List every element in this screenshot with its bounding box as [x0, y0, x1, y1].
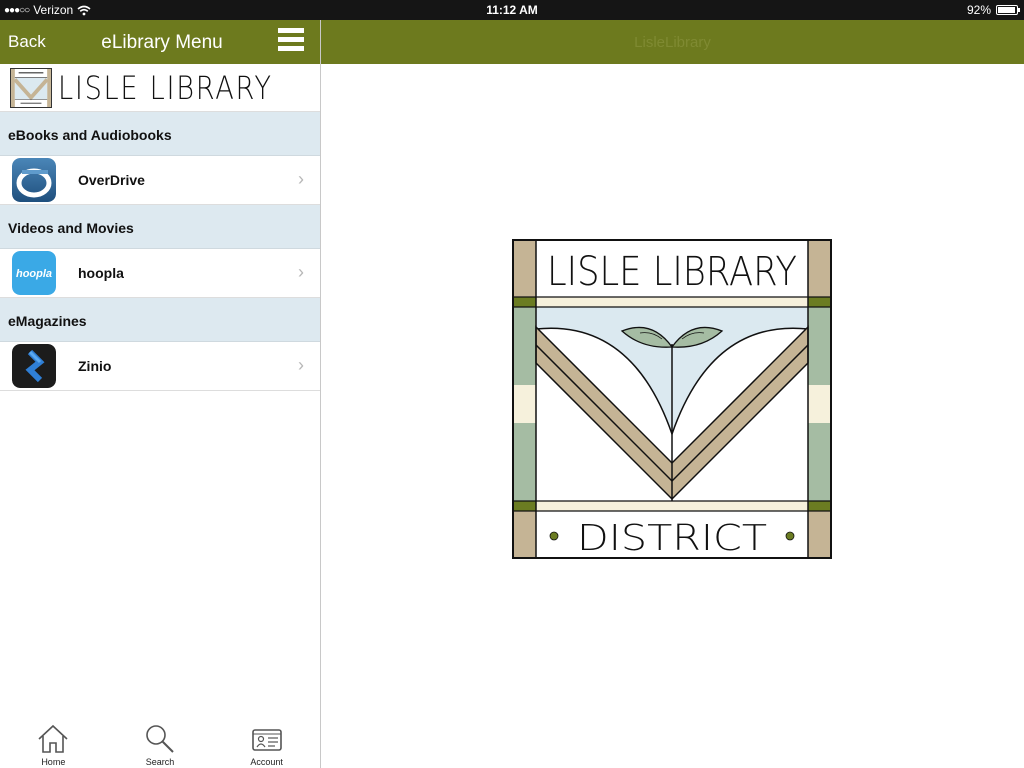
list-item-label: Zinio	[78, 358, 112, 374]
overdrive-icon	[12, 158, 56, 202]
list-item-overdrive[interactable]: OverDrive ›	[0, 156, 320, 205]
menu-bar	[278, 37, 304, 42]
chevron-right-icon: ›	[298, 355, 304, 375]
battery-percent: 92%	[966, 3, 991, 17]
main-panel: LisleLibrary LISLE LIBRARY DISTRICT	[321, 20, 1024, 768]
battery-fill	[998, 7, 1015, 13]
section-header-ebooks: eBooks and Audiobooks	[0, 112, 320, 156]
logo-bottom-text: DISTRICT	[577, 518, 767, 559]
chevron-right-icon: ›	[298, 262, 304, 282]
logo-top-text: LISLE LIBRARY	[547, 249, 797, 295]
status-bar: ●●●○○ Verizon 11:12 AM 92%	[0, 0, 1024, 20]
main-title: LisleLibrary	[634, 34, 711, 51]
status-time: 11:12 AM	[486, 3, 538, 17]
tab-home[interactable]: Home	[13, 700, 93, 768]
tab-account[interactable]: Account	[227, 700, 307, 768]
tab-search[interactable]: Search	[120, 700, 200, 768]
sidebar-logo: LISLE LIBRARY	[0, 64, 320, 112]
main-header: LisleLibrary	[321, 20, 1024, 64]
section-header-videos: Videos and Movies	[0, 205, 320, 249]
hoopla-icon: hoopla	[12, 251, 56, 295]
list-item-hoopla[interactable]: hoopla hoopla ›	[0, 249, 320, 298]
sidebar-logo-text: LISLE LIBRARY	[57, 68, 273, 107]
list-item-label: OverDrive	[78, 172, 145, 188]
sidebar-header: Back eLibrary Menu	[0, 20, 320, 64]
list-item-zinio[interactable]: Zinio ›	[0, 342, 320, 391]
status-right: 92%	[966, 3, 1020, 17]
battery-icon	[996, 5, 1020, 15]
tab-bar: Home Search Account	[0, 700, 320, 768]
hamburger-menu-icon[interactable]	[278, 28, 304, 56]
hoopla-icon-text: hoopla	[16, 268, 52, 280]
tab-label: Search	[145, 757, 175, 767]
library-district-logo: LISLE LIBRARY DISTRICT	[512, 239, 832, 559]
list-item-label: hoopla	[78, 265, 124, 281]
sidebar: Back eLibrary Menu LISLE LIBRARY eBooks	[0, 20, 320, 768]
library-logo-mini-icon	[9, 67, 52, 108]
section-header-emagazines: eMagazines	[0, 298, 320, 342]
menu-bar	[278, 46, 304, 51]
chevron-right-icon: ›	[298, 169, 304, 189]
account-card-icon	[251, 729, 282, 751]
zinio-icon	[12, 344, 56, 388]
search-icon	[146, 725, 174, 753]
menu-bar	[278, 28, 304, 33]
tab-label: Account	[250, 757, 283, 767]
tab-label: Home	[41, 757, 66, 767]
home-icon	[38, 724, 68, 753]
sidebar-title: eLibrary Menu	[101, 32, 223, 53]
